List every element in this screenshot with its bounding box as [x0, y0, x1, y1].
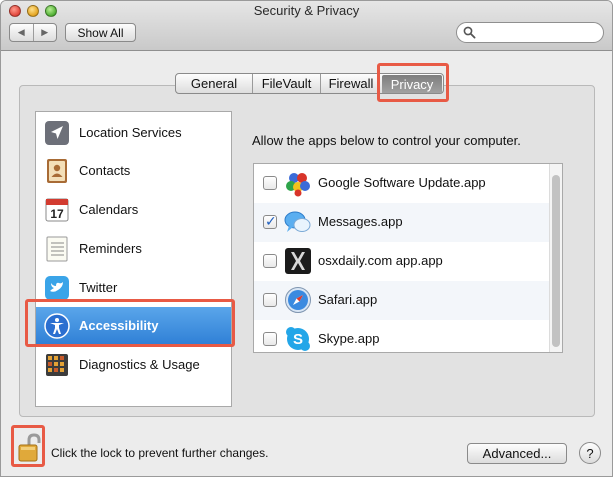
lock-highlight — [11, 425, 45, 467]
tab-general[interactable]: General — [176, 74, 252, 93]
tab-firewall[interactable]: Firewall — [320, 74, 381, 93]
back-arrow-icon: ◀ — [17, 27, 25, 37]
app-name: Messages.app — [318, 214, 403, 229]
title-toolbar: Security & Privacy ◀ ▶ Show All — [1, 1, 612, 51]
messages-bubble-icon — [284, 211, 311, 232]
list-item: osxdaily.com app.app — [254, 242, 550, 281]
safari-compass-icon — [285, 287, 311, 313]
sidebar-item-reminders[interactable]: Reminders — [36, 230, 231, 268]
lock-hint-text: Click the lock to prevent further change… — [51, 446, 269, 460]
back-forward-group: ◀ ▶ — [9, 23, 57, 42]
app-checkbox-safari[interactable] — [263, 293, 277, 307]
back-button[interactable]: ◀ — [10, 24, 33, 41]
window-title: Security & Privacy — [253, 3, 360, 18]
advanced-button[interactable]: Advanced... — [467, 443, 567, 464]
google-software-update-icon — [286, 173, 310, 197]
list-item: Safari.app — [254, 281, 550, 320]
app-checkbox-google-software-update[interactable] — [263, 176, 277, 190]
skype-icon: S — [286, 327, 310, 351]
svg-text:S: S — [293, 331, 303, 348]
twitter-bird-icon — [45, 276, 69, 300]
show-all-button[interactable]: Show All — [65, 23, 136, 42]
app-name: Google Software Update.app — [318, 175, 486, 190]
app-name: osxdaily.com app.app — [318, 253, 443, 268]
privacy-category-list: Location Services Contacts 17 Calendars — [35, 111, 232, 407]
search-input[interactable] — [479, 24, 597, 41]
security-privacy-window: Security & Privacy ◀ ▶ Show All General … — [0, 0, 613, 477]
scrollbar-thumb[interactable] — [552, 175, 560, 347]
sidebar-item-label: Twitter — [79, 280, 118, 295]
help-question-icon: ? — [586, 445, 594, 461]
help-button[interactable]: ? — [579, 442, 601, 464]
search-icon — [463, 26, 476, 39]
calendar-icon: 17 — [45, 198, 69, 222]
accessibility-highlight — [25, 299, 235, 347]
app-checkbox-messages[interactable] — [263, 213, 277, 230]
reminders-list-icon — [46, 236, 68, 262]
tab-filevault[interactable]: FileVault — [252, 74, 320, 93]
sidebar-item-diagnostics-usage[interactable]: Diagnostics & Usage — [36, 346, 231, 384]
forward-arrow-icon: ▶ — [41, 27, 49, 37]
accessibility-app-list: Google Software Update.app Messages.app … — [253, 163, 563, 353]
contacts-book-icon — [47, 159, 67, 183]
list-item: Google Software Update.app — [254, 164, 550, 203]
list-item: Messages.app — [254, 203, 550, 242]
diagnostics-grid-icon — [46, 354, 68, 376]
list-item: S Skype.app — [254, 320, 550, 352]
app-checkbox-osxdaily[interactable] — [263, 254, 277, 268]
sidebar-item-label: Calendars — [79, 202, 139, 217]
svg-text:17: 17 — [50, 207, 64, 221]
apps-control-description: Allow the apps below to control your com… — [252, 133, 521, 148]
sidebar-item-label: Contacts — [79, 163, 131, 178]
sidebar-item-label: Location Services — [79, 125, 182, 140]
app-checkbox-skype[interactable] — [263, 332, 277, 346]
forward-button[interactable]: ▶ — [32, 24, 57, 41]
sidebar-item-contacts[interactable]: Contacts — [36, 152, 231, 190]
location-arrow-icon — [45, 121, 69, 145]
osxdaily-x-icon — [285, 248, 311, 274]
app-list-scrollbar[interactable] — [549, 164, 562, 352]
sidebar-item-location-services[interactable]: Location Services — [36, 114, 231, 152]
sidebar-item-label: Diagnostics & Usage — [79, 357, 200, 372]
app-name: Skype.app — [318, 331, 380, 346]
privacy-tab-highlight — [377, 63, 449, 102]
sidebar-item-label: Reminders — [79, 241, 142, 256]
app-name: Safari.app — [318, 292, 378, 307]
sidebar-item-calendars[interactable]: 17 Calendars — [36, 191, 231, 229]
search-field[interactable] — [456, 22, 604, 43]
